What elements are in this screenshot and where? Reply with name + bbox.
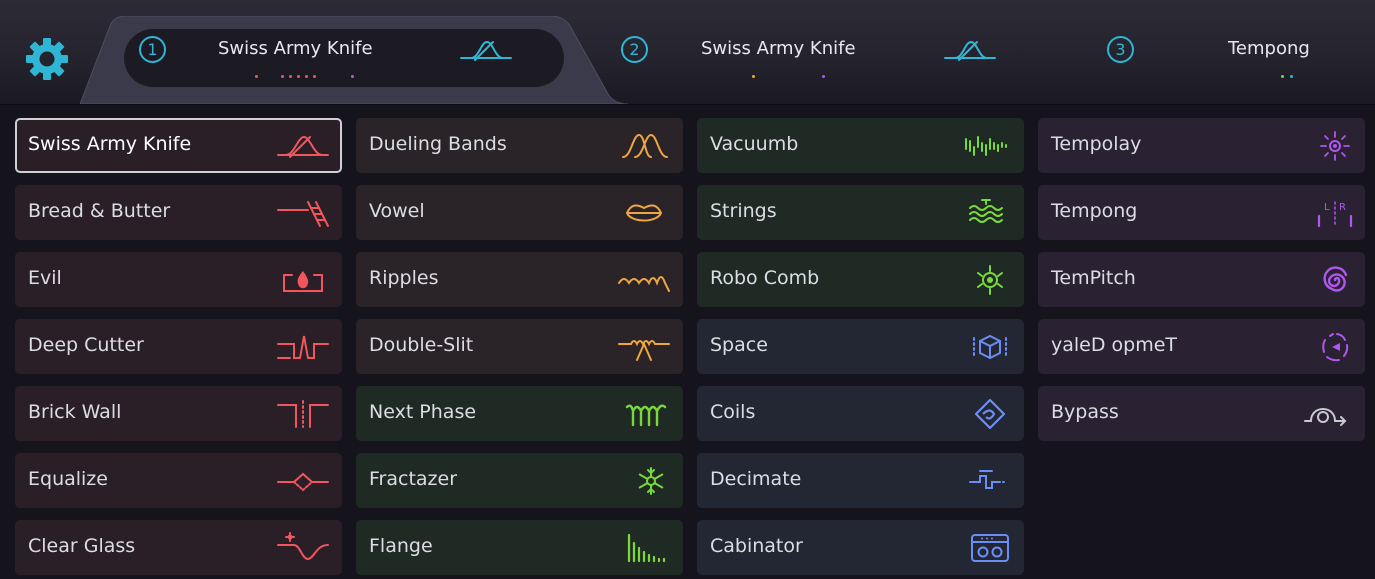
slot-number: 2	[621, 36, 648, 63]
module-robo-comb[interactable]: Robo Comb	[697, 252, 1024, 307]
svg-text:L: L	[1324, 202, 1330, 213]
pulse-bars-icon	[965, 136, 1007, 156]
module-label: Robo Comb	[710, 267, 820, 289]
ladder-icon	[277, 201, 329, 227]
snowflake-icon	[638, 467, 664, 495]
slot-indicator-dots	[752, 75, 832, 79]
reverse-swirl-icon	[1322, 333, 1349, 362]
module-label: Clear Glass	[28, 535, 136, 557]
module-label: Equalize	[28, 468, 108, 490]
module-flange[interactable]: Flange	[356, 520, 683, 575]
module-equalize[interactable]: Equalize	[15, 453, 342, 508]
module-bread-butter[interactable]: Bread & Butter	[15, 185, 342, 240]
module-deep-cutter[interactable]: Deep Cutter	[15, 319, 342, 374]
slot-indicator-dots	[255, 75, 365, 79]
module-dueling-bands[interactable]: Dueling Bands	[356, 118, 683, 173]
module-tempitch[interactable]: TemPitch	[1038, 252, 1365, 307]
module-label: Bypass	[1051, 401, 1119, 423]
module-label: Vacuumb	[710, 133, 799, 155]
lips-icon	[625, 204, 663, 222]
slot-number: 3	[1107, 36, 1134, 63]
top-bar: 1 Swiss Army Knife 2 Swiss Army Knife 3 …	[0, 0, 1375, 105]
module-evil[interactable]: Evil	[15, 252, 342, 307]
decimate-icon	[969, 470, 1005, 489]
module-label: Flange	[369, 535, 433, 557]
module-label: Bread & Butter	[28, 200, 171, 222]
comb-bars-icon	[627, 533, 666, 563]
swiss-army-knife-icon	[277, 135, 329, 158]
coil-icon	[974, 398, 1006, 430]
slot-number: 1	[139, 36, 166, 63]
slot-1[interactable]: 1 Swiss Army Knife	[135, 28, 555, 84]
module-label: Swiss Army Knife	[28, 133, 192, 155]
module-label: Vowel	[369, 200, 425, 222]
module-ripples[interactable]: Ripples	[356, 252, 683, 307]
module-brick-wall[interactable]: Brick Wall	[15, 386, 342, 441]
module-decimate[interactable]: Decimate	[697, 453, 1024, 508]
module-label: Cabinator	[710, 535, 803, 557]
module-vacuumb[interactable]: Vacuumb	[697, 118, 1024, 173]
module-label: Strings	[710, 200, 777, 222]
module-cabinator[interactable]: Cabinator	[697, 520, 1024, 575]
module-bypass[interactable]: Bypass	[1038, 386, 1365, 441]
lr-bounce-icon: L R	[1317, 201, 1353, 228]
robot-eye-icon	[977, 265, 1003, 295]
svg-text:R: R	[1339, 202, 1346, 213]
coil-wave-icon	[625, 404, 667, 427]
module-space[interactable]: Space	[697, 319, 1024, 374]
module-label: Next Phase	[369, 401, 477, 423]
slot-name: Swiss Army Knife	[218, 38, 373, 59]
swiss-army-knife-icon	[460, 40, 512, 61]
swiss-army-knife-icon	[944, 40, 996, 61]
diamond-line-icon	[277, 472, 329, 492]
module-yaled-opmet[interactable]: yaleD opmeT	[1038, 319, 1365, 374]
module-next-phase[interactable]: Next Phase	[356, 386, 683, 441]
flame-icon	[283, 271, 323, 292]
slot-2[interactable]: 2 Swiss Army Knife	[617, 28, 1037, 84]
module-label: Evil	[28, 267, 62, 289]
module-label: Deep Cutter	[28, 334, 144, 356]
cube-icon	[973, 334, 1007, 360]
module-label: Fractazer	[369, 468, 458, 490]
radial-burst-icon	[1320, 131, 1350, 161]
module-clear-glass[interactable]: Clear Glass	[15, 520, 342, 575]
module-label: Decimate	[710, 468, 802, 490]
module-label: Tempong	[1051, 200, 1138, 222]
module-strings[interactable]: Strings	[697, 185, 1024, 240]
bypass-arrow-icon	[1304, 408, 1347, 426]
module-label: Brick Wall	[28, 401, 122, 423]
ripple-icon	[618, 276, 670, 292]
module-label: Double-Slit	[369, 334, 474, 356]
module-tempolay[interactable]: Tempolay	[1038, 118, 1365, 173]
slot-3[interactable]: 3 Tempong	[1103, 28, 1363, 84]
module-swiss-army-knife[interactable]: Swiss Army Knife	[15, 118, 342, 173]
strings-icon	[969, 199, 1003, 223]
spiral-icon	[1323, 266, 1348, 292]
module-label: Space	[710, 334, 768, 356]
module-coils[interactable]: Coils	[697, 386, 1024, 441]
module-label: Ripples	[369, 267, 439, 289]
slot-name: Swiss Army Knife	[701, 38, 856, 59]
speaker-cabinet-icon	[971, 534, 1009, 562]
gear-icon[interactable]	[24, 36, 70, 82]
slot-name: Tempong	[1228, 38, 1310, 59]
module-fractazer[interactable]: Fractazer	[356, 453, 683, 508]
sparkle-curve-icon	[277, 532, 329, 561]
module-double-slit[interactable]: Double-Slit	[356, 319, 683, 374]
module-label: Tempolay	[1051, 133, 1142, 155]
module-label: Coils	[710, 401, 756, 423]
module-label: yaleD opmeT	[1051, 334, 1178, 356]
slit-wave-icon	[618, 340, 670, 361]
module-label: Dueling Bands	[369, 133, 507, 155]
brick-wall-icon	[277, 400, 329, 428]
module-label: TemPitch	[1051, 267, 1136, 289]
notch-icon	[277, 335, 329, 359]
slot-indicator-dots	[1281, 75, 1297, 79]
module-vowel[interactable]: Vowel	[356, 185, 683, 240]
module-tempong[interactable]: Tempong L R	[1038, 185, 1365, 240]
double-peak-icon	[622, 133, 668, 158]
